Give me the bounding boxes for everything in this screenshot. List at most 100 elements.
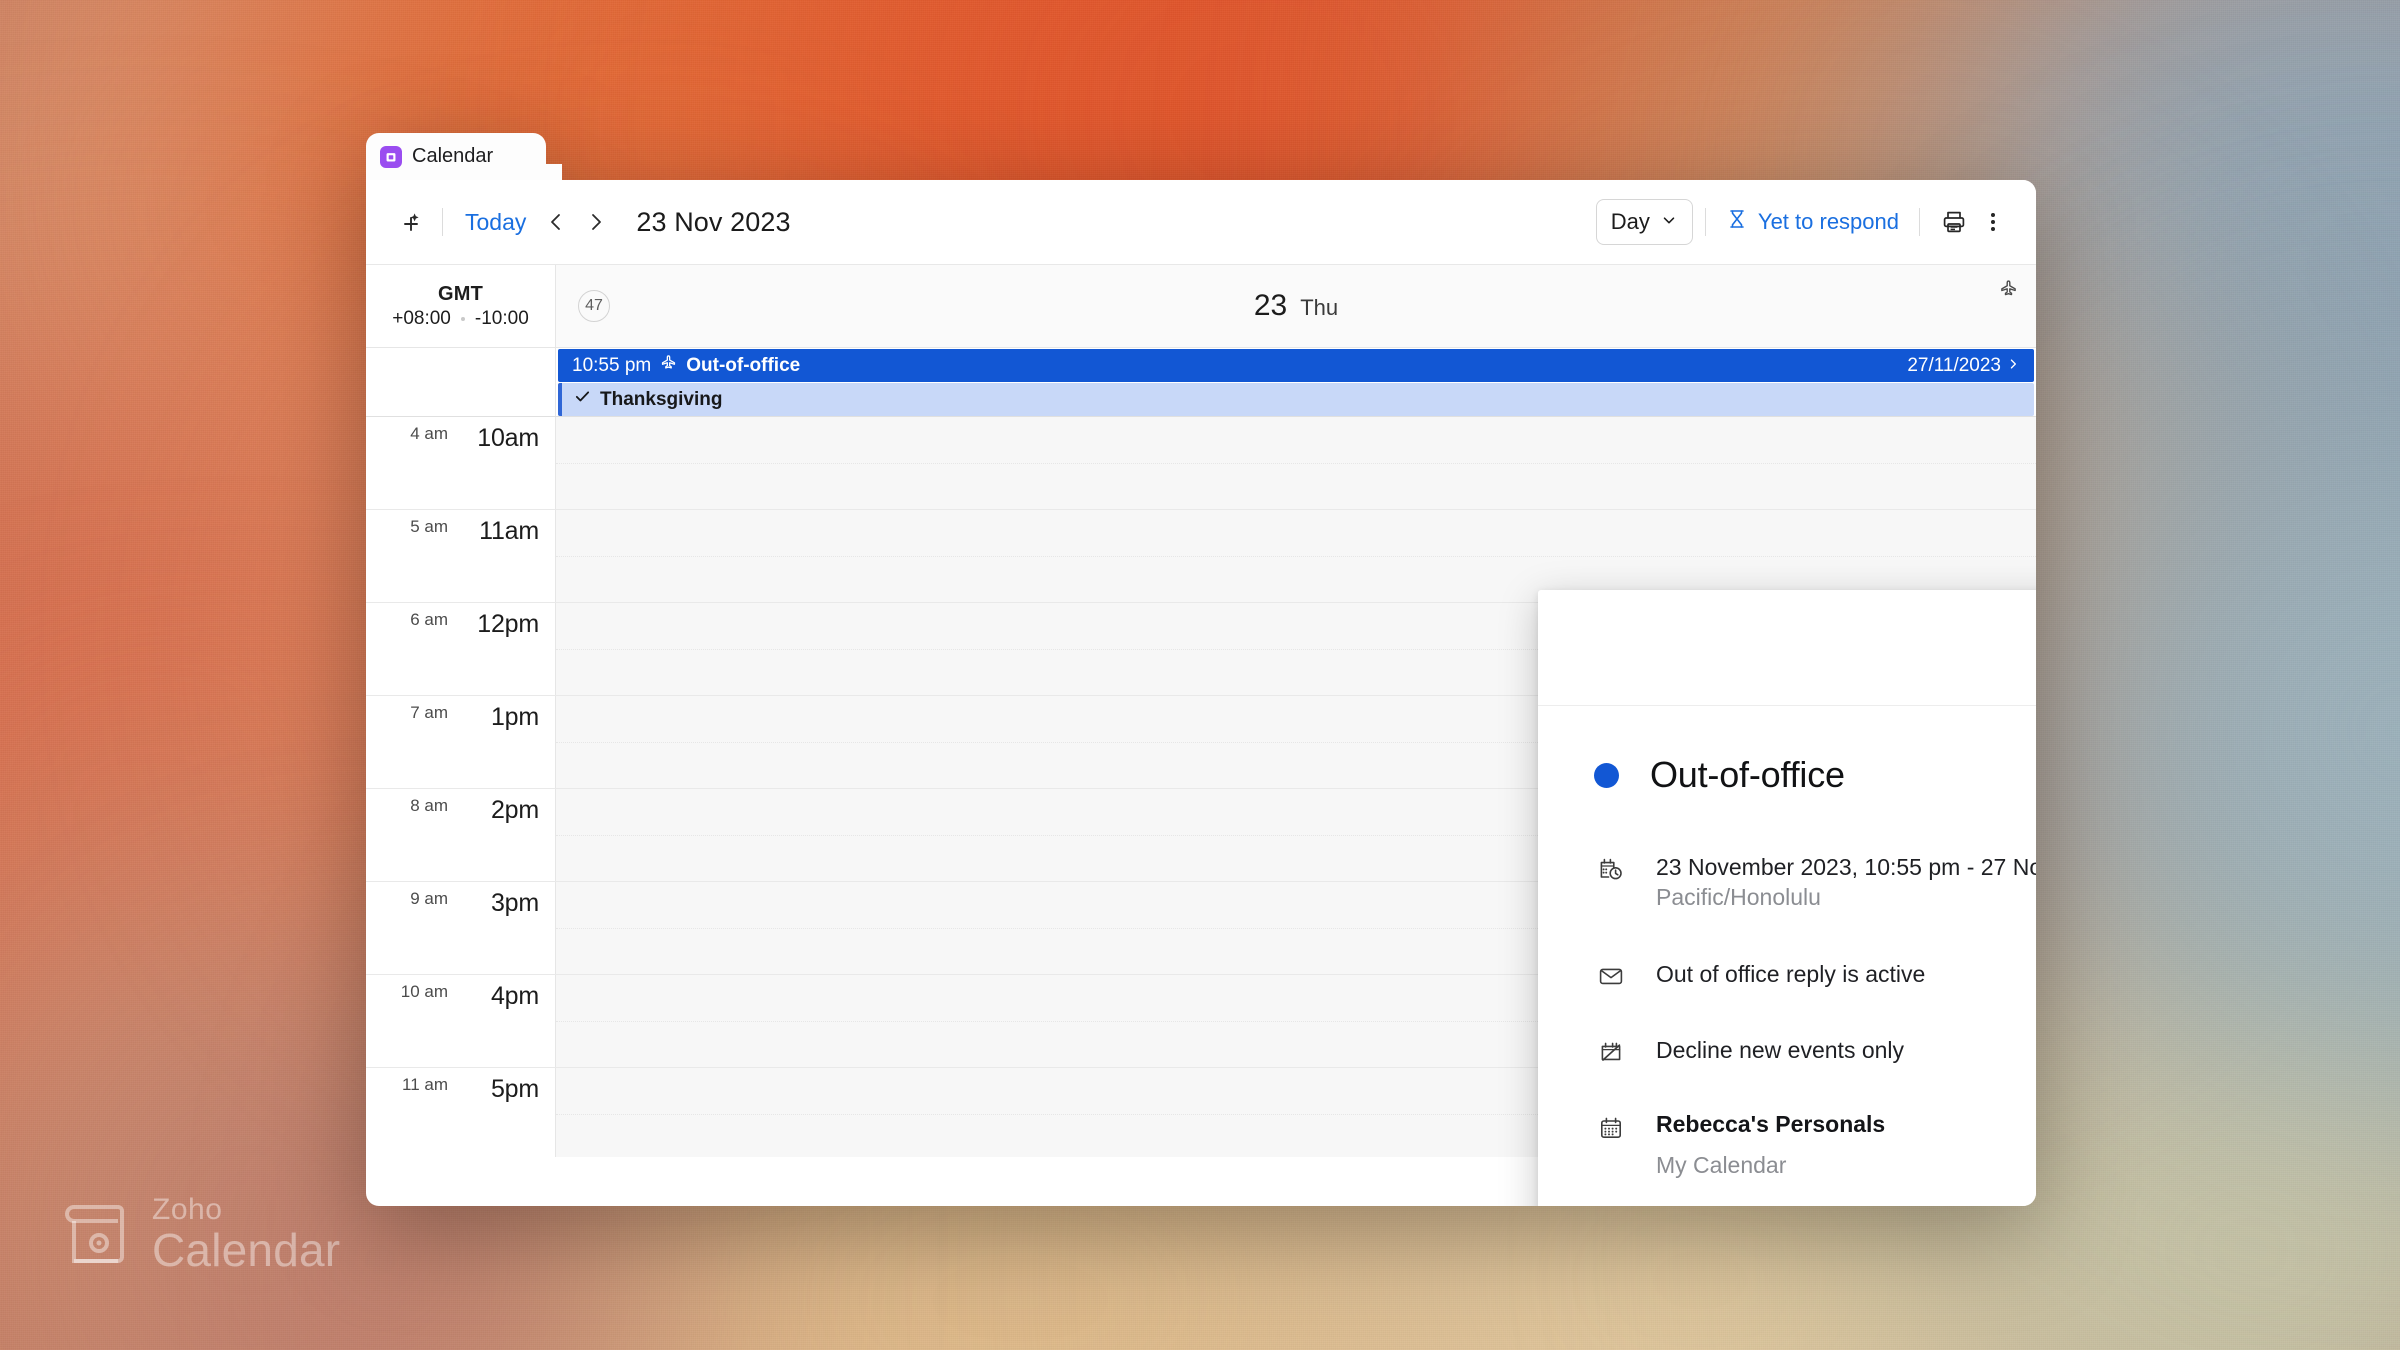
hour-slot[interactable] [556, 417, 2036, 509]
browser-tab-strip: Calendar [366, 133, 2036, 180]
chevron-right-icon[interactable] [576, 201, 616, 243]
hour-gutter: 5 am 11am [366, 510, 556, 602]
hour-label-primary: 12pm [477, 610, 539, 638]
all-day-body: 10:55 pm Out-of-office 27/11/2023 [556, 348, 2036, 382]
event-title: Out-of-office [686, 354, 801, 376]
more-vertical-icon[interactable] [1976, 200, 2010, 244]
hour-gutter: 8 am 2pm [366, 789, 556, 881]
hour-gutter: 11 am 5pm [366, 1068, 556, 1157]
popup-body: Out-of-office 23 November 2023, 10:55 pm… [1538, 706, 2036, 1179]
hour-gutter: 10 am 4pm [366, 975, 556, 1067]
hour-gutter: 9 am 3pm [366, 882, 556, 974]
all-day-row: Thanksgiving [366, 382, 2036, 416]
chevron-left-icon[interactable] [536, 201, 576, 243]
view-mode-select[interactable]: Day [1595, 199, 1693, 245]
watermark-brand: Zoho [152, 1193, 223, 1226]
decline-events-icon [1594, 1035, 1628, 1065]
printer-icon[interactable] [1932, 200, 1976, 244]
popup-reply-status: Out of office reply is active [1656, 960, 1926, 987]
popup-event-title: Out-of-office [1650, 754, 1845, 795]
zoho-calendar-watermark: Zoho Calendar [58, 1195, 340, 1273]
hour-label-primary: 1pm [490, 703, 539, 731]
hour-gutter: 6 am 12pm [366, 603, 556, 695]
timezone-offsets: +08:00 -10:00 [392, 308, 529, 330]
chevron-right-icon [2006, 355, 2020, 377]
timezone-separator-dot [460, 316, 465, 321]
airplane-icon [660, 354, 677, 377]
popup-calendar-group: My Calendar [1656, 1152, 1787, 1179]
toolbar-right-group: Day Yet to respond [1595, 199, 2010, 245]
event-detail-popup: Out-of-office 23 November 2023, 10:55 pm… [1538, 590, 2036, 1206]
popup-reply-row: Out of office reply is active [1594, 959, 2036, 989]
all-day-event-thanksgiving[interactable]: Thanksgiving [558, 383, 2034, 416]
airplane-icon[interactable] [1999, 279, 2018, 303]
popup-timezone-name: Pacific/Honolulu [1656, 884, 1821, 911]
popup-datetime-row: 23 November 2023, 10:55 pm - 27 November… [1594, 852, 2036, 913]
day-header: 47 23 Thu [556, 265, 2036, 347]
day-header-date[interactable]: 23 Thu [1254, 289, 1338, 323]
all-day-event-out-of-office[interactable]: 10:55 pm Out-of-office 27/11/2023 [558, 349, 2034, 382]
yet-to-respond-button[interactable]: Yet to respond [1718, 208, 1907, 236]
check-icon [574, 388, 591, 411]
popup-calendar-text: Rebecca's Personals My Calendar [1656, 1111, 1885, 1179]
chevron-down-icon [1660, 209, 1678, 235]
event-end-date: 27/11/2023 [1907, 354, 2001, 376]
hour-label-primary: 2pm [490, 796, 539, 824]
all-day-row: 10:55 pm Out-of-office 27/11/2023 [366, 348, 2036, 382]
popup-calendar-name: Rebecca's Personals [1656, 1111, 1886, 1138]
popup-header [1538, 590, 2036, 706]
calendar-app-icon [380, 145, 402, 168]
hour-label-primary: 11am [479, 517, 539, 545]
hour-label-primary: 10am [477, 424, 539, 452]
all-day-section: 10:55 pm Out-of-office 27/11/2023 Thanks… [366, 348, 2036, 417]
popup-decline-status: Decline new events only [1656, 1037, 1905, 1064]
envelope-icon [1594, 959, 1628, 989]
browser-tab-title: Calendar [412, 145, 494, 167]
browser-tab-calendar[interactable]: Calendar [366, 133, 562, 180]
hour-label-secondary: 7 am [410, 703, 448, 722]
calendar-icon [1594, 1111, 1628, 1179]
popup-calendar-row: Rebecca's Personals My Calendar [1594, 1111, 2036, 1179]
hour-label-secondary: 4 am [410, 424, 448, 443]
page-title: 23 Nov 2023 [636, 206, 791, 237]
hour-slot[interactable] [556, 510, 2036, 602]
popup-title-row: Out-of-office [1594, 754, 2036, 796]
event-color-dot [1594, 762, 1619, 788]
view-mode-label: Day [1610, 209, 1650, 234]
toolbar-divider-2 [1704, 208, 1706, 236]
all-day-gutter [366, 382, 556, 416]
hour-label-primary: 3pm [490, 889, 539, 917]
calendar-toolbar: Today 23 Nov 2023 Day Yet to respond [366, 180, 2036, 265]
browser-window: Calendar Today 23 Nov 2023 Day Yet to re… [366, 133, 2036, 1206]
timezone-label: GMT [437, 282, 484, 305]
all-day-body: Thanksgiving [556, 382, 2036, 416]
hour-row[interactable]: 4 am 10am [366, 417, 2036, 510]
timezone-secondary-offset: +08:00 [392, 307, 451, 329]
day-name: Thu [1300, 295, 1339, 320]
hour-label-secondary: 11 am [402, 1075, 448, 1094]
event-end-date-group[interactable]: 27/11/2023 [1907, 355, 2020, 377]
day-number: 23 [1253, 289, 1288, 322]
hour-label-secondary: 6 am [410, 610, 448, 629]
today-button[interactable]: Today [455, 205, 536, 240]
event-title: Thanksgiving [600, 388, 723, 410]
timezone-primary-offset: -10:00 [474, 307, 529, 329]
hour-label-secondary: 5 am [410, 517, 448, 536]
hour-gutter: 4 am 10am [366, 417, 556, 509]
toolbar-divider-1 [442, 208, 443, 236]
yet-to-respond-label: Yet to respond [1757, 209, 1899, 234]
smart-add-plus-icon[interactable] [388, 201, 430, 243]
week-number-badge[interactable]: 47 [578, 290, 610, 322]
hour-label-secondary: 10 am [400, 982, 448, 1001]
event-time: 10:55 pm [572, 354, 652, 376]
timezone-column[interactable]: GMT +08:00 -10:00 [366, 265, 556, 347]
toolbar-divider-3 [1919, 208, 1920, 236]
hour-label-primary: 4pm [490, 982, 539, 1010]
hour-label-primary: 5pm [490, 1075, 539, 1103]
tab-shoulder [546, 162, 564, 180]
calendar-header: GMT +08:00 -10:00 47 23 Thu [366, 265, 2036, 348]
calendar-clock-icon [1594, 852, 1628, 913]
zoho-calendar-logo-icon [58, 1197, 132, 1271]
all-day-gutter [366, 348, 556, 382]
app-viewport: Today 23 Nov 2023 Day Yet to respond GMT… [366, 180, 2036, 1206]
